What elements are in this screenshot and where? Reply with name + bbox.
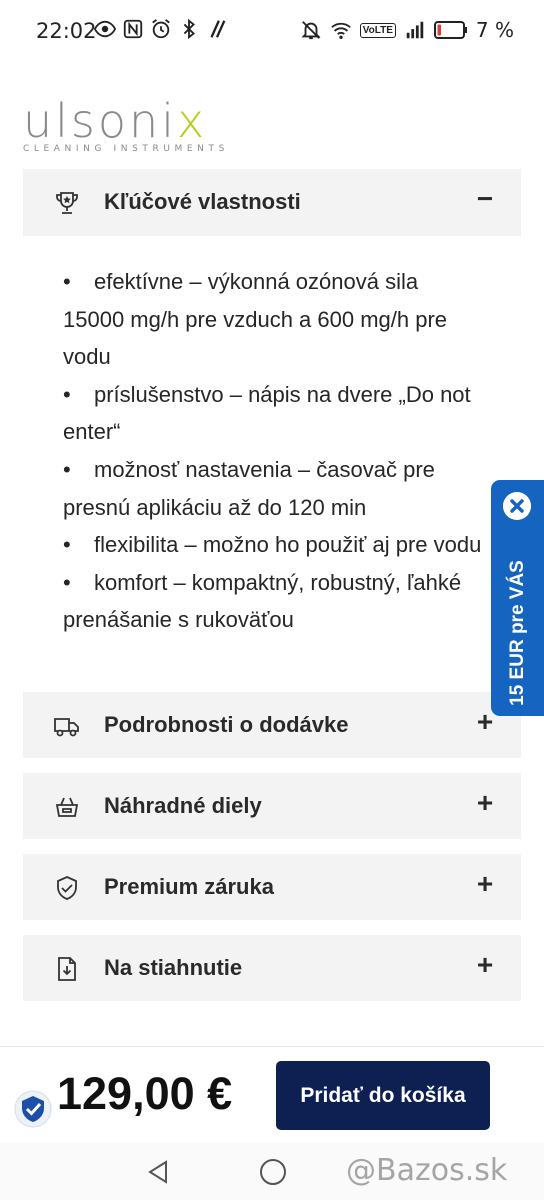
list-item: • flexibilita – možno ho použiť aj pre vo… xyxy=(63,532,482,558)
list-item: • možnosť nastavenia – časovač pre presnú… xyxy=(63,456,435,520)
trust-badge-icon[interactable] xyxy=(14,1090,52,1128)
accordion-key-features[interactable]: Kľúčové vlastnosti − xyxy=(23,169,521,236)
battery-icon xyxy=(433,21,467,39)
accordion-header[interactable]: Premium záruka + xyxy=(23,854,521,920)
accordion-download[interactable]: Na stiahnutie + xyxy=(23,935,521,1001)
truck-icon xyxy=(54,718,79,737)
slash-icon xyxy=(210,20,226,38)
home-icon[interactable] xyxy=(260,1159,286,1185)
collapse-icon[interactable]: − xyxy=(475,183,495,215)
promo-label-wrapper: 15 EUR pre VÁS xyxy=(505,558,531,708)
accordion-header[interactable]: Náhradné diely + xyxy=(23,773,521,839)
brand-logo[interactable]: ulsonix CLEANING INSTRUMENTS xyxy=(23,98,229,154)
expand-icon[interactable]: + xyxy=(475,868,495,900)
system-nav-bar: @Bazos.sk xyxy=(0,1143,544,1200)
accordion-delivery[interactable]: Podrobnosti o dodávke + xyxy=(23,692,521,758)
logo-wordmark: ulsonix xyxy=(23,94,208,148)
accordion-title: Kľúčové vlastnosti xyxy=(104,189,301,214)
bluetooth-icon xyxy=(183,18,195,40)
signal-icon xyxy=(406,21,424,39)
accordion-header[interactable]: Podrobnosti o dodávke + xyxy=(23,692,521,758)
wifi-icon xyxy=(330,22,351,39)
status-right-icons: VoLTE 7 % xyxy=(300,18,514,42)
list-item: • komfort – kompaktný, robustný, ľahké pr… xyxy=(63,569,462,633)
accordion-title: Podrobnosti o dodávke xyxy=(104,712,349,737)
download-file-icon xyxy=(58,957,76,981)
add-to-cart-button[interactable]: Pridať do košíka xyxy=(276,1061,490,1130)
list-item: • príslušenstvo – nápis na dvere „Do not … xyxy=(63,381,471,445)
basket-icon xyxy=(55,797,79,817)
accordion-header[interactable]: Kľúčové vlastnosti − xyxy=(23,169,521,235)
list-item: • efektívne – výkonná ozónová sila 15000 … xyxy=(63,269,448,370)
nfc-icon xyxy=(123,19,143,39)
alarm-icon xyxy=(152,19,170,39)
promo-label: 15 EUR pre VÁS xyxy=(507,560,528,706)
key-features-list: • efektívne – výkonná ozónová sila 15000 … xyxy=(63,263,483,639)
expand-icon[interactable]: + xyxy=(475,949,495,981)
accordion-header[interactable]: Na stiahnutie + xyxy=(23,935,521,1001)
promo-side-tab[interactable]: 15 EUR pre VÁS xyxy=(491,480,544,716)
product-price: 129,00 € xyxy=(57,1068,233,1119)
accordion-spare-parts[interactable]: Náhradné diely + xyxy=(23,773,521,839)
close-icon[interactable] xyxy=(503,492,531,520)
back-icon[interactable] xyxy=(146,1159,170,1185)
status-bar: 22:02 VoLTE 7 % xyxy=(0,0,544,62)
status-left-icons xyxy=(94,18,228,40)
expand-icon[interactable]: + xyxy=(475,787,495,819)
battery-percent: 7 % xyxy=(475,18,514,42)
watermark-text: @Bazos.sk xyxy=(346,1153,508,1188)
volte-icon: VoLTE xyxy=(359,22,396,38)
eye-icon xyxy=(94,20,116,38)
accordion-warranty[interactable]: Premium záruka + xyxy=(23,854,521,920)
shield-icon xyxy=(57,876,77,900)
accordion-title: Na stiahnutie xyxy=(104,955,243,980)
accordion-title: Premium záruka xyxy=(104,874,274,899)
logo-tagline: CLEANING INSTRUMENTS xyxy=(23,144,229,154)
trophy-icon xyxy=(56,192,78,214)
accordion-title: Náhradné diely xyxy=(104,793,262,818)
status-time: 22:02 xyxy=(36,19,97,43)
mute-icon xyxy=(301,21,321,40)
